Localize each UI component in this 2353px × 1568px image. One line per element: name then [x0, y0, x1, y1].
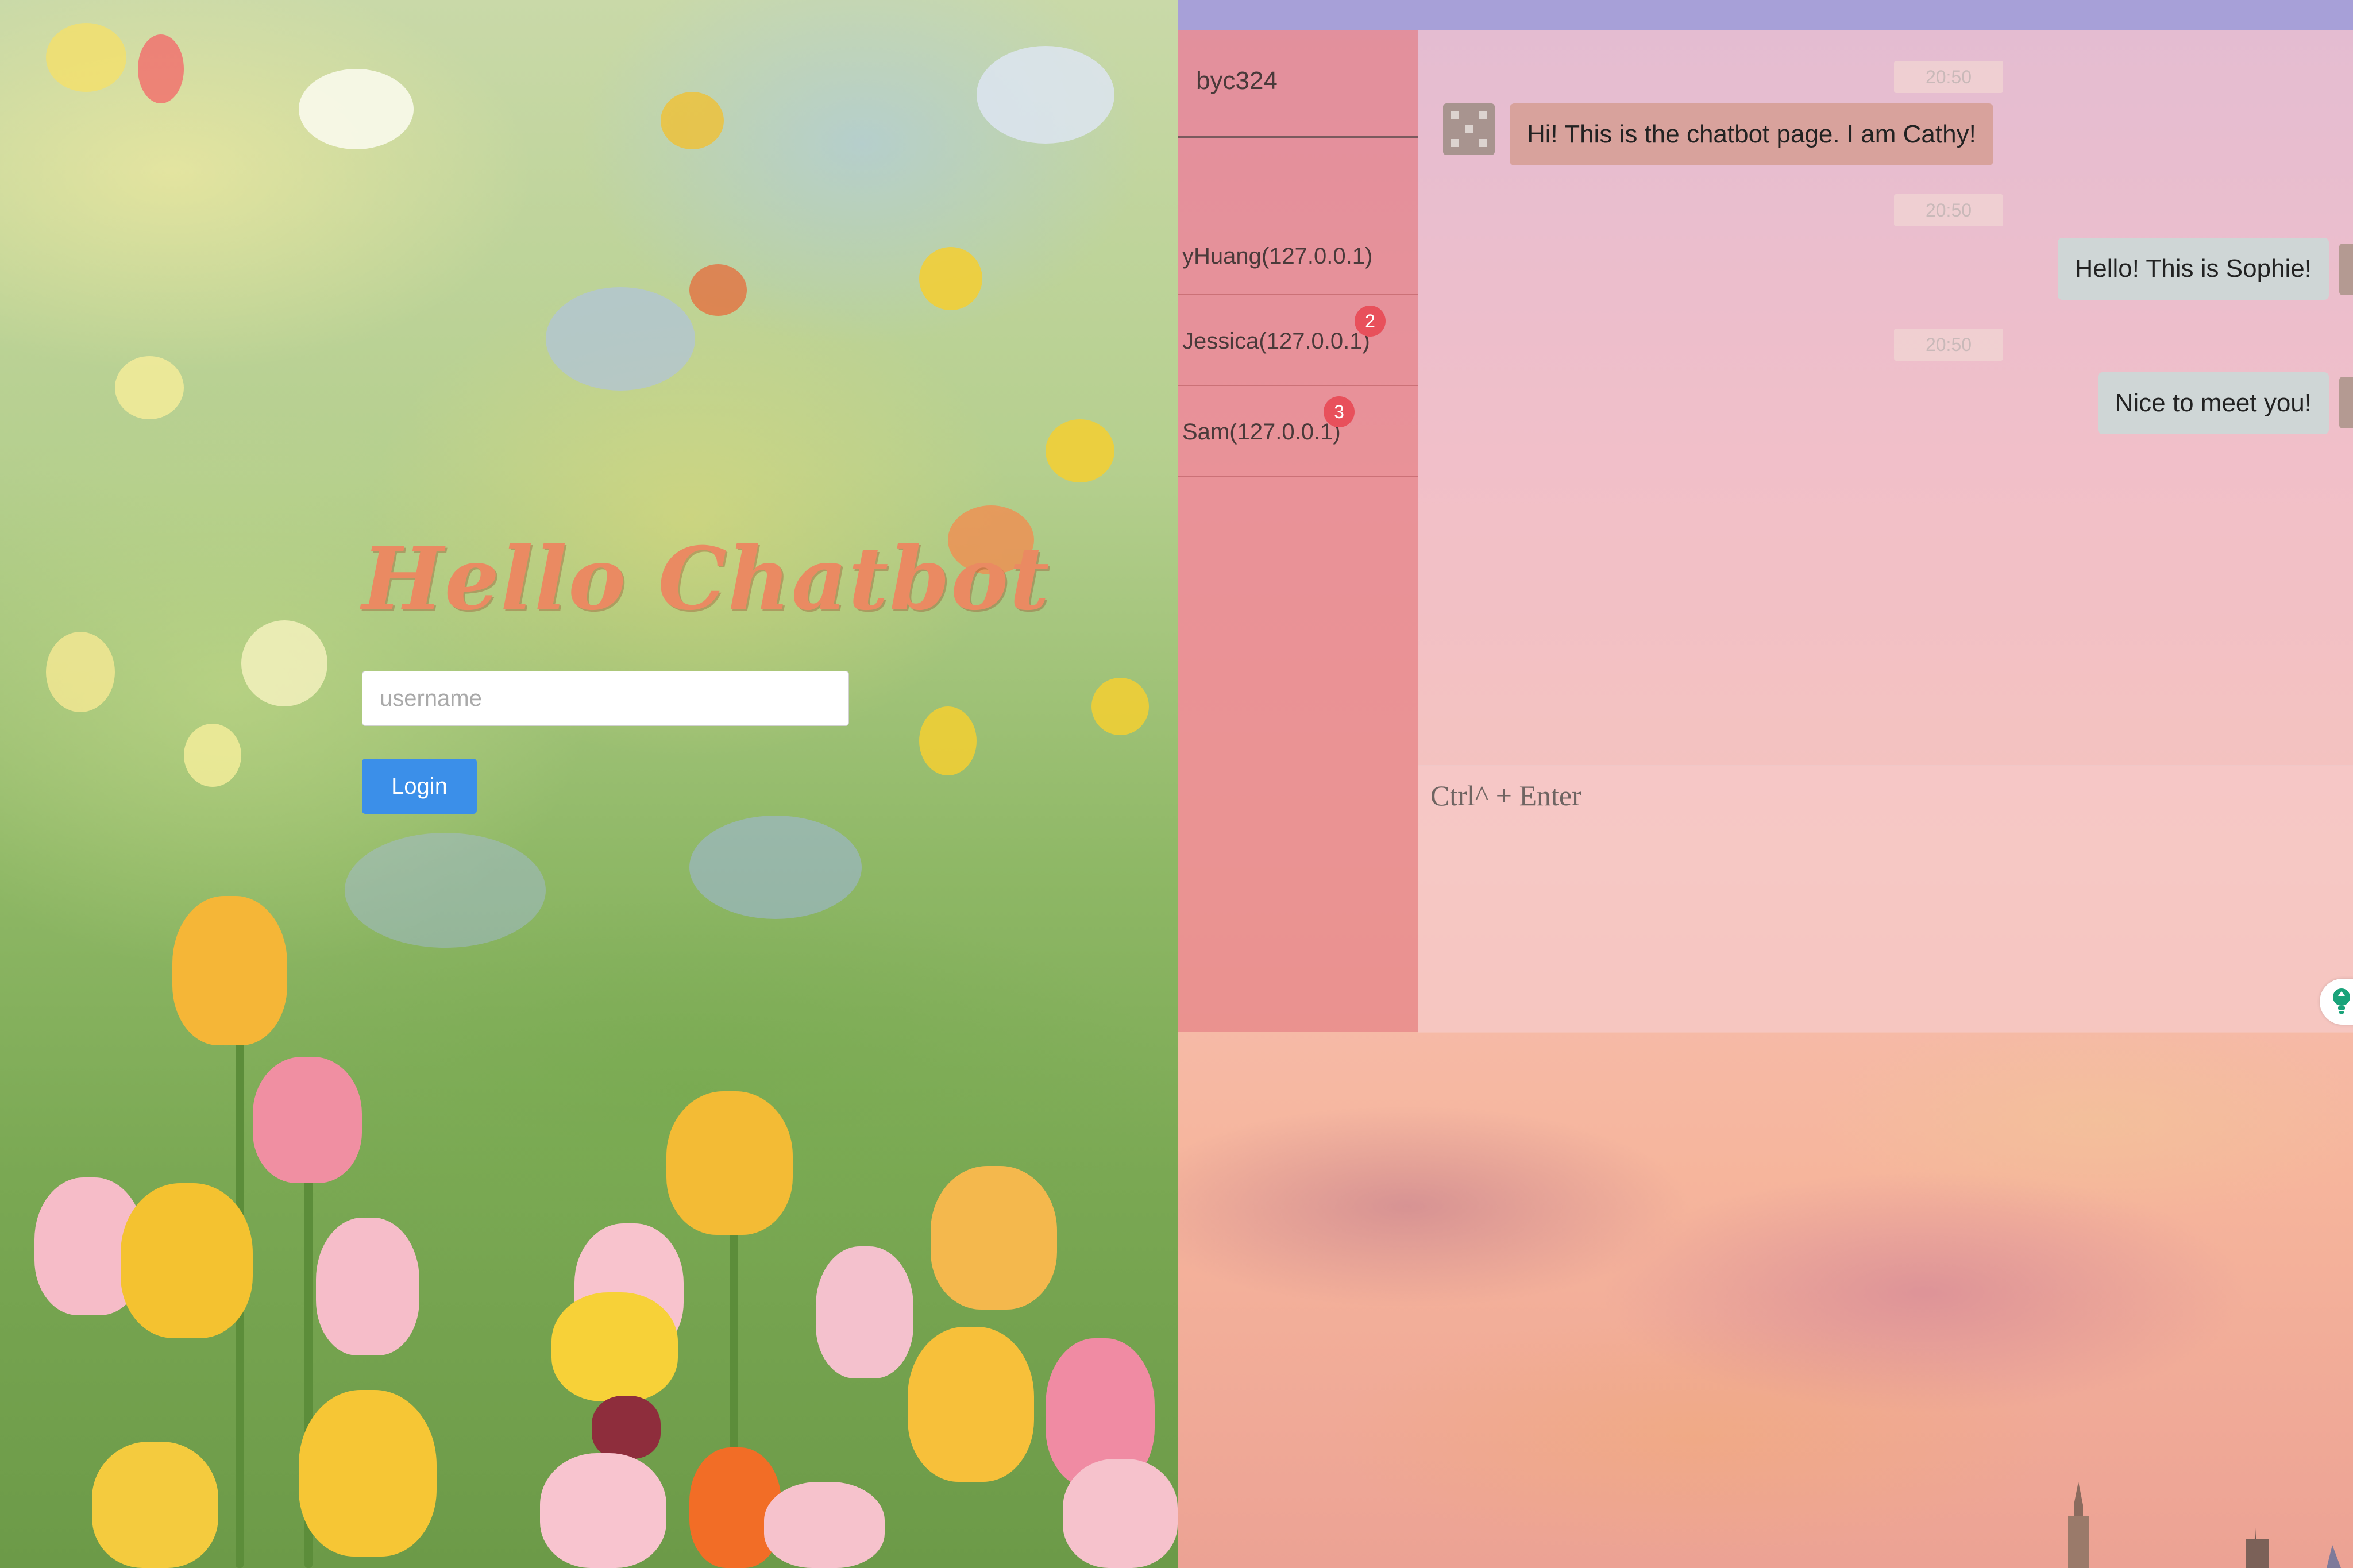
contacts-sidebar: byc324 yHuang(127.0.0.1) Jessica(127.0.0…	[1178, 30, 1418, 1032]
chat-side: byc324 yHuang(127.0.0.1) Jessica(127.0.0…	[1178, 0, 2353, 1568]
message-time: 20:50	[1894, 61, 2003, 93]
unread-badge: 2	[1355, 306, 1386, 337]
message-bubble-outgoing: Nice to meet you!	[2097, 372, 2329, 434]
contact-label: Jessica(127.0.0.1)	[1182, 329, 1370, 354]
unread-badge: 3	[1324, 396, 1355, 427]
castle-silhouette	[2068, 1482, 2341, 1568]
login-button[interactable]: Login	[362, 759, 477, 814]
current-username: byc324	[1196, 67, 1278, 95]
contact-item-jessica[interactable]: Jessica(127.0.0.1) 2	[1178, 295, 1418, 386]
hello-chatbot-title: Hello Chatbot	[362, 528, 1051, 629]
messages-area[interactable]: 20:50 Hi! This is the chatbot page. I am…	[1418, 30, 2353, 765]
message-composer	[1418, 765, 2353, 1033]
message-bubble-outgoing: Hello! This is Sophie!	[2057, 238, 2329, 300]
bot-avatar	[1443, 103, 1495, 155]
message-time: 20:50	[1894, 194, 2003, 226]
chat-window: 20:50 Hi! This is the chatbot page. I am…	[1418, 30, 2353, 1033]
message-bubble-incoming: Hi! This is the chatbot page. I am Cathy…	[1510, 103, 1993, 165]
message-time: 20:50	[1894, 329, 2003, 361]
contact-item-sam[interactable]: Sam(127.0.0.1) 3	[1178, 386, 1418, 477]
username-input[interactable]	[362, 671, 849, 726]
lightbulb-icon[interactable]	[2320, 979, 2353, 1025]
user-avatar	[2339, 244, 2353, 295]
contact-label: yHuang(127.0.0.1)	[1182, 244, 1373, 269]
contact-label: Sam(127.0.0.1)	[1182, 419, 1341, 445]
user-avatar	[2339, 377, 2353, 428]
login-panel: Hello Chatbot Login	[0, 0, 1178, 1568]
contact-item-yhuang[interactable]: yHuang(127.0.0.1)	[1178, 138, 1418, 295]
top-bar	[1178, 0, 2353, 30]
message-input[interactable]	[1429, 778, 2339, 970]
